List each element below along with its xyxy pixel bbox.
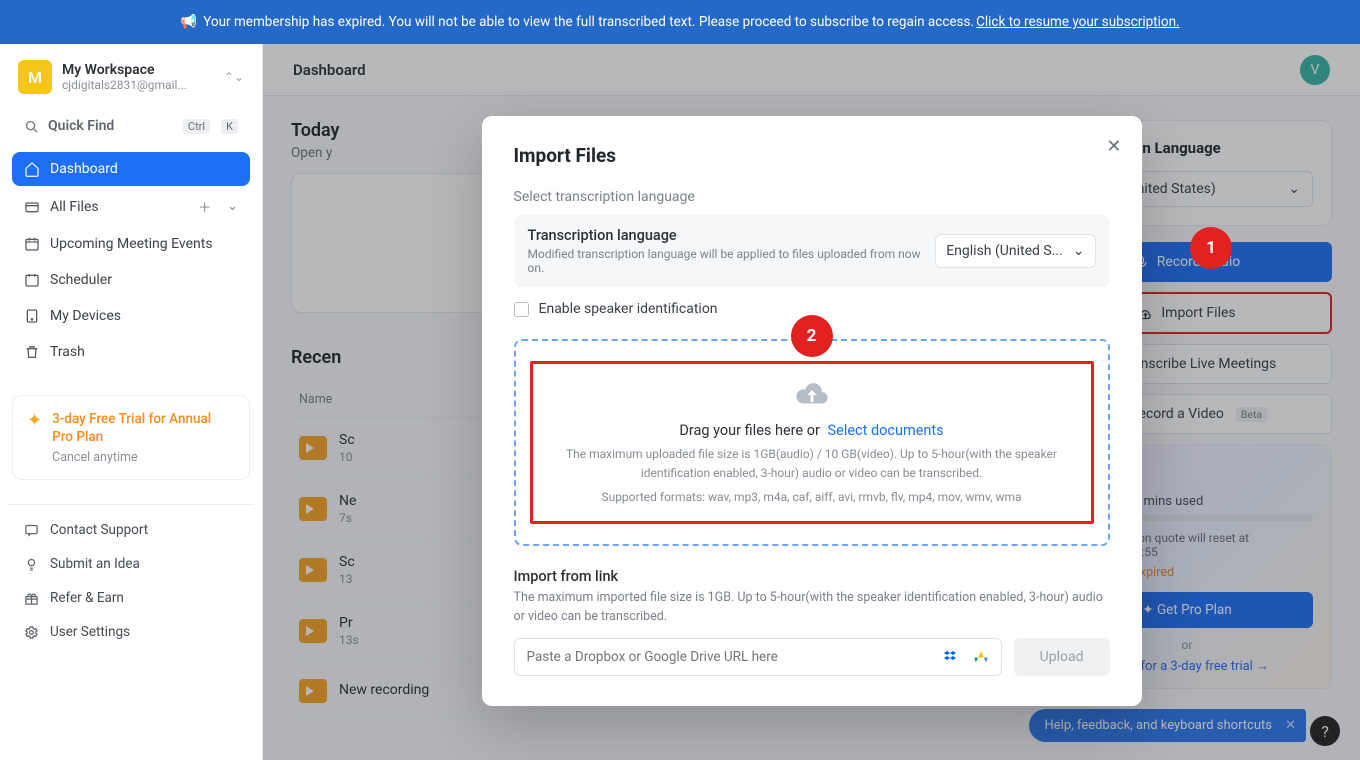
import-files-modal: Import Files ✕ Select transcription lang… xyxy=(482,116,1142,706)
lang-setting-sub: Modified transcription language will be … xyxy=(528,247,922,275)
drop-main-text: Drag your files here or xyxy=(679,422,820,439)
section-label: Select transcription language xyxy=(514,189,1110,205)
nav-label: Upcoming Meeting Events xyxy=(50,236,213,252)
google-drive-icon xyxy=(973,649,989,665)
megaphone-icon: 📢 xyxy=(180,14,197,30)
membership-banner: 📢 Your membership has expired. You will … xyxy=(0,0,1360,44)
sparkle-icon: ✦ xyxy=(27,410,42,465)
promo-card[interactable]: ✦ 3-day Free Trial for Annual Pro Plan C… xyxy=(12,395,250,480)
annotation-2: 2 xyxy=(791,315,833,357)
speaker-id-row[interactable]: Enable speaker identification xyxy=(514,301,1110,317)
nav-contact-support[interactable]: Contact Support xyxy=(12,513,250,547)
device-icon xyxy=(24,308,40,324)
banner-text: Your membership has expired. You will no… xyxy=(203,14,974,30)
quick-find[interactable]: Quick Find Ctrl K xyxy=(14,110,248,142)
calendar-icon xyxy=(24,236,40,252)
gift-icon xyxy=(24,591,40,606)
nav-label: Trash xyxy=(50,344,85,360)
main-area: Dashboard V Today Open y Recen Name xyxy=(263,44,1360,760)
modal-title: Import Files xyxy=(514,144,1110,167)
chat-icon xyxy=(24,523,40,538)
dropzone-highlight: Drag your files here or Select documents… xyxy=(530,361,1094,524)
link-input-wrap[interactable] xyxy=(514,638,1002,676)
quick-find-label: Quick Find xyxy=(48,118,114,134)
nav-label: Contact Support xyxy=(50,522,148,538)
nav-label: Submit an Idea xyxy=(50,556,140,572)
gear-icon xyxy=(24,625,40,640)
chevron-down-icon: ⌄ xyxy=(1073,243,1085,259)
checkbox[interactable] xyxy=(514,302,529,317)
nav-label: Scheduler xyxy=(50,272,112,288)
select-documents-link[interactable]: Select documents xyxy=(828,422,944,439)
link-url-input[interactable] xyxy=(527,649,935,665)
chevron-updown-icon: ⌃⌄ xyxy=(224,70,244,84)
bottom-nav: Contact Support Submit an Idea Refer & E… xyxy=(8,504,254,649)
promo-title: 3-day Free Trial for Annual Pro Plan xyxy=(52,410,235,446)
bulb-icon xyxy=(24,557,40,572)
workspace-avatar: M xyxy=(18,60,52,94)
nav-user-settings[interactable]: User Settings xyxy=(12,615,250,649)
nav-submit-idea[interactable]: Submit an Idea xyxy=(12,547,250,581)
search-icon xyxy=(24,119,40,134)
trash-icon xyxy=(24,344,40,360)
nav-devices[interactable]: My Devices xyxy=(12,299,250,333)
lang-value: English (United S... xyxy=(946,243,1063,259)
nav-label: User Settings xyxy=(50,624,130,640)
lang-setting-title: Transcription language xyxy=(528,227,922,244)
chevron-down-icon[interactable]: ⌄ xyxy=(227,199,238,214)
workspace-name: My Workspace xyxy=(62,62,187,78)
workspace-switcher[interactable]: M My Workspace cjdigitals2831@gmail... ⌃… xyxy=(8,54,254,106)
schedule-icon xyxy=(24,272,40,288)
checkbox-label: Enable speaker identification xyxy=(539,301,718,317)
sidebar: M My Workspace cjdigitals2831@gmail... ⌃… xyxy=(0,44,263,760)
dropbox-icon xyxy=(943,649,959,665)
home-icon xyxy=(24,161,40,177)
nav-trash[interactable]: Trash xyxy=(12,335,250,369)
plus-icon[interactable]: ＋ xyxy=(198,197,211,216)
import-link-sub: The maximum imported file size is 1GB. U… xyxy=(514,589,1110,627)
nav-label: Dashboard xyxy=(50,161,118,177)
lang-setting-row: Transcription language Modified transcri… xyxy=(514,215,1110,287)
nav-refer[interactable]: Refer & Earn xyxy=(12,581,250,615)
nav-label: Refer & Earn xyxy=(50,590,124,606)
primary-nav: Dashboard All Files ＋ ⌄ Upcoming Meeting… xyxy=(12,152,250,369)
drop-sub2: Supported formats: wav, mp3, m4a, caf, a… xyxy=(543,488,1081,507)
folder-icon xyxy=(24,199,40,215)
close-icon[interactable]: ✕ xyxy=(1106,136,1121,157)
kbd-k: K xyxy=(221,119,238,134)
workspace-email: cjdigitals2831@gmail... xyxy=(62,78,187,92)
drop-sub1: The maximum uploaded file size is 1GB(au… xyxy=(543,445,1081,482)
nav-scheduler[interactable]: Scheduler xyxy=(12,263,250,297)
cloud-upload-icon xyxy=(543,378,1081,412)
nav-all-files[interactable]: All Files ＋ ⌄ xyxy=(12,188,250,225)
promo-sub: Cancel anytime xyxy=(52,450,235,465)
nav-label: All Files xyxy=(50,199,99,215)
banner-resume-link[interactable]: Click to resume your subscription. xyxy=(976,14,1180,30)
upload-button[interactable]: Upload xyxy=(1014,638,1110,676)
nav-dashboard[interactable]: Dashboard xyxy=(12,152,250,186)
kbd-ctrl: Ctrl xyxy=(183,119,210,134)
import-link-title: Import from link xyxy=(514,568,1110,585)
lang-dropdown[interactable]: English (United S... ⌄ xyxy=(935,234,1095,268)
dropzone[interactable]: 2 Drag your files here or Select documen… xyxy=(514,339,1110,546)
nav-upcoming[interactable]: Upcoming Meeting Events xyxy=(12,227,250,261)
nav-label: My Devices xyxy=(50,308,121,324)
